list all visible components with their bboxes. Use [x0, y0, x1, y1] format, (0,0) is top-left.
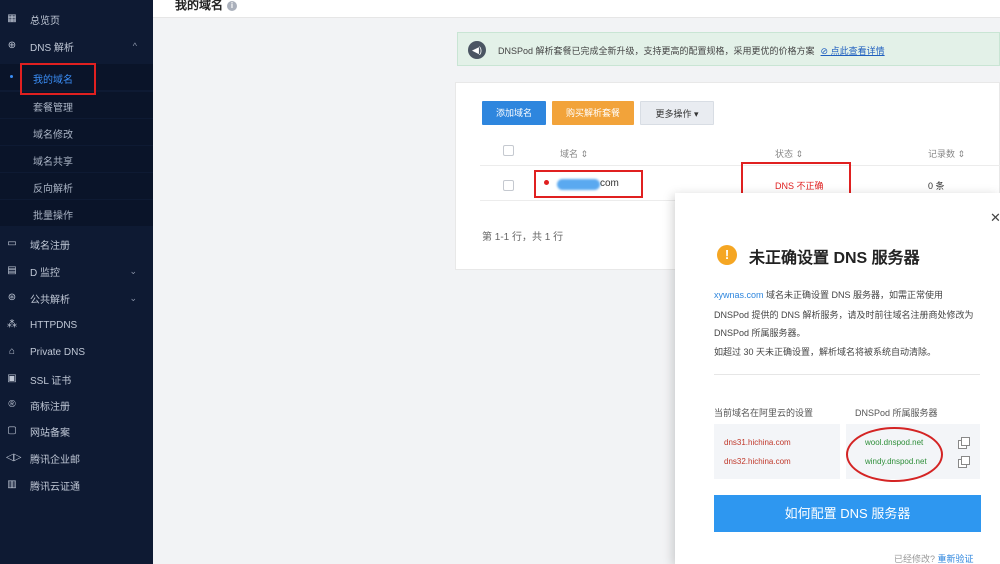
notice-text: DNSPod 解析套餐已完成全新升级，支持更高的配置规格，采用更优的价格方案	[498, 46, 815, 56]
network-icon: ⁂	[7, 319, 17, 330]
divider	[480, 165, 1000, 166]
dialog-desc-line-4: 如超过 30 天未正确设置，解析域名将被系统自动清除。	[714, 347, 937, 357]
record-count: 0 条	[928, 181, 945, 191]
col-header-status[interactable]: 状态 ⇕	[775, 147, 803, 160]
sidebar-sub-domain-edit[interactable]: 域名修改	[0, 119, 153, 145]
buy-package-button[interactable]: 购买解析套餐	[552, 101, 634, 125]
domain-link[interactable]: com	[600, 178, 619, 189]
active-dot	[10, 75, 13, 78]
copy-icon[interactable]	[958, 456, 970, 468]
sidebar-sub-packages[interactable]: 套餐管理	[0, 92, 153, 118]
more-actions-button[interactable]: 更多操作 ▾	[640, 101, 714, 125]
sidebar: ▦ 总览页 ⊕ DNS 解析 ^ 我的域名 套餐管理 域名修改 域名共享 反向解…	[0, 0, 153, 564]
sidebar-item-public-dns[interactable]: ⊛ 公共解析 ⌄	[0, 285, 153, 311]
sidebar-sub-batch[interactable]: 批量操作	[0, 200, 153, 226]
page-title: 我的域名 i	[175, 0, 238, 13]
current-ns-1: dns31.hichina.com	[724, 438, 791, 447]
speaker-icon: ◀)	[468, 41, 486, 59]
dialog-footer: 已经修改? 重新验证	[894, 554, 974, 564]
divider	[714, 374, 980, 375]
sidebar-item-ssl[interactable]: ▣ SSL 证书	[0, 366, 153, 392]
sidebar-item-trademark[interactable]: ® 商标注册	[0, 392, 153, 418]
row-checkbox[interactable]	[503, 180, 514, 191]
col-header-domain[interactable]: 域名 ⇕	[560, 147, 588, 160]
sidebar-item-d-monitor[interactable]: ▤ D 监控 ⌄	[0, 258, 153, 284]
upgrade-notice: ◀) DNSPod 解析套餐已完成全新升级，支持更高的配置规格，采用更优的价格方…	[457, 32, 1000, 66]
public-globe-icon: ⊛	[7, 292, 17, 303]
chevron-down-icon: ⌄	[129, 265, 137, 276]
domain-status: DNS 不正确	[775, 181, 824, 191]
add-domain-button[interactable]: 添加域名	[482, 101, 546, 125]
col-current-settings: 当前域名在阿里云的设置	[714, 408, 814, 418]
certificate-icon: ▣	[7, 373, 17, 384]
how-to-configure-button[interactable]: 如何配置 DNS 服务器	[714, 495, 981, 532]
globe-icon: ⊕	[7, 40, 17, 51]
id-card-icon: ▥	[7, 479, 17, 490]
close-icon[interactable]: ✕	[990, 210, 1000, 226]
sidebar-sub-my-domains[interactable]: 我的域名	[0, 64, 153, 90]
pagination-text: 第 1-1 行，共 1 行	[482, 232, 564, 243]
grid-icon: ▦	[7, 13, 17, 24]
dialog-title: 未正确设置 DNS 服务器	[749, 250, 920, 267]
copy-icon[interactable]	[958, 437, 970, 449]
sidebar-item-overview[interactable]: ▦ 总览页	[0, 6, 153, 32]
notice-link[interactable]: ⊘ 点此查看详情	[821, 46, 885, 56]
dialog-desc-line-2: DNSPod 提供的 DNS 解析服务，请及时前往域名注册商处修改为	[714, 310, 974, 320]
highlight-ellipse-dnspod	[846, 427, 943, 482]
col-header-records[interactable]: 记录数 ⇕	[928, 147, 965, 160]
select-all-checkbox[interactable]	[503, 145, 514, 156]
sidebar-item-private-dns[interactable]: ⌂ Private DNS	[0, 339, 153, 365]
header: 我的域名 i	[153, 0, 1000, 18]
sidebar-item-httpdns[interactable]: ⁂ HTTPDNS	[0, 312, 153, 338]
trademark-icon: ®	[8, 399, 16, 410]
blurred-domain	[557, 179, 600, 190]
sidebar-item-domain-reg[interactable]: ▭ 域名注册	[0, 231, 153, 257]
mail-icon: ◁▷	[6, 452, 22, 463]
building-icon: ⌂	[8, 346, 16, 357]
chevron-up-icon: ^	[132, 41, 137, 51]
monitor-icon: ▤	[7, 265, 17, 276]
reverify-link[interactable]: 重新验证	[938, 554, 974, 564]
sidebar-item-cert-pass[interactable]: ▥ 腾讯云证通	[0, 472, 153, 498]
sidebar-item-filing[interactable]: ▢ 网站备案	[0, 418, 153, 444]
info-icon[interactable]: i	[227, 0, 238, 11]
sidebar-item-exmail[interactable]: ◁▷ 腾讯企业邮	[0, 445, 153, 471]
current-ns-2: dns32.hichina.com	[724, 457, 791, 466]
sidebar-item-dns[interactable]: ⊕ DNS 解析 ^	[0, 33, 153, 59]
warning-icon: !	[717, 245, 737, 265]
dialog-desc-line-1: xywnas.com 域名未正确设置 DNS 服务器，如需正常使用	[714, 290, 944, 300]
sidebar-sub-domain-share[interactable]: 域名共享	[0, 146, 153, 172]
dialog-desc-line-3: DNSPod 所属服务器。	[714, 328, 806, 338]
calendar-icon: ▭	[7, 238, 17, 249]
col-dnspod-servers: DNSPod 所属服务器	[855, 408, 938, 418]
chevron-down-icon: ⌄	[129, 292, 137, 303]
sidebar-sub-reverse[interactable]: 反向解析	[0, 173, 153, 199]
current-ns-box	[714, 424, 840, 479]
filing-icon: ▢	[7, 425, 17, 436]
status-dot	[544, 180, 549, 185]
